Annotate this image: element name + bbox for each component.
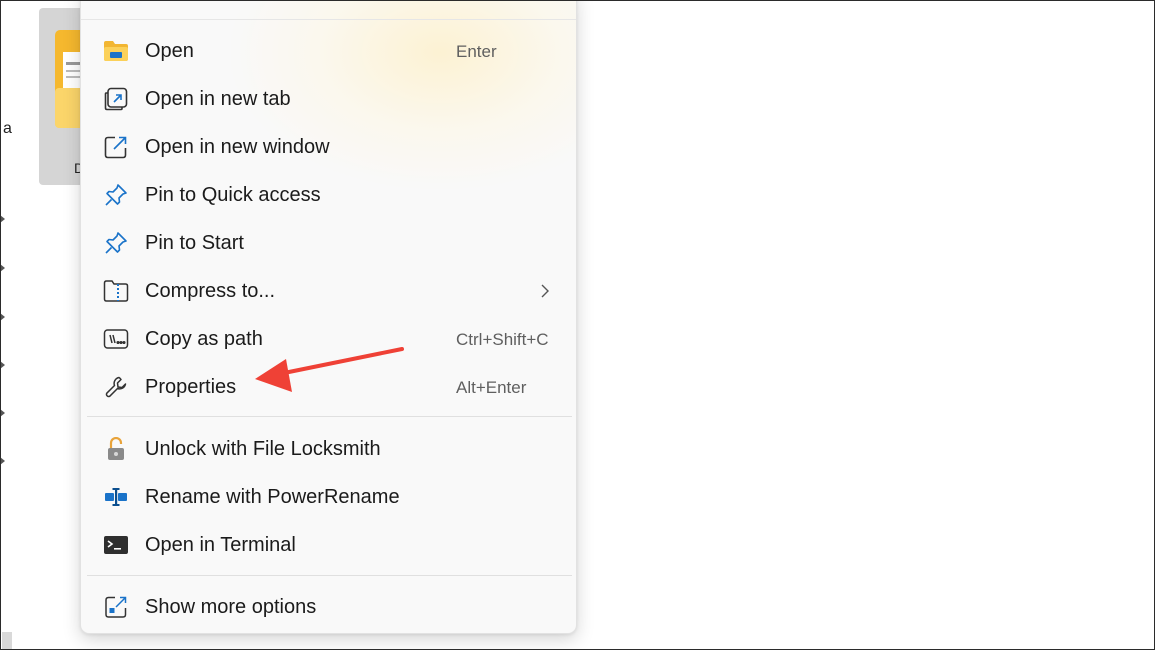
menu-item-label: Rename with PowerRename <box>145 486 400 508</box>
menu-item-label: Open in new window <box>145 136 330 158</box>
menu-item-label: Copy as path <box>145 328 263 350</box>
pin-icon <box>103 183 129 207</box>
sidebar-expand-chevron-icon[interactable] <box>0 408 6 418</box>
menu-item-pin-to-quick-access[interactable]: Pin to Quick access <box>87 173 572 217</box>
zip-folder-icon <box>103 279 129 303</box>
menu-item-open-in-terminal[interactable]: Open in Terminal <box>87 523 572 567</box>
sidebar-expand-chevron-icon[interactable] <box>0 456 6 466</box>
sidebar-expand-chevron-icon[interactable] <box>0 312 6 322</box>
menu-item-label: Pin to Start <box>145 232 244 254</box>
menu-item-show-more-options[interactable]: Show more options <box>87 585 572 629</box>
menu-item-compress-to[interactable]: Compress to... <box>87 269 572 313</box>
sidebar-expand-chevron-icon[interactable] <box>0 360 6 370</box>
sidebar-expand-chevron-icon[interactable] <box>0 263 6 273</box>
menu-divider <box>87 575 572 576</box>
menu-item-pin-to-start[interactable]: Pin to Start <box>87 221 572 265</box>
menu-item-label: Compress to... <box>145 280 276 302</box>
terminal-icon <box>103 533 129 557</box>
annotation-arrow-icon <box>255 347 404 392</box>
context-menu: py Open Enter Open in new tab <box>80 0 577 634</box>
menu-item-shortcut: Ctrl+Shift+C <box>456 330 549 349</box>
menu-item-rename-with-powerrename[interactable]: Rename with PowerRename <box>87 475 572 519</box>
wrench-icon <box>103 375 129 399</box>
menu-item-label: Open in new tab <box>145 88 291 110</box>
menu-item-open-in-new-window[interactable]: Open in new window <box>87 125 572 169</box>
submenu-chevron-icon <box>541 284 549 298</box>
menu-item-label: Properties <box>145 376 237 398</box>
menu-item-open[interactable]: Open Enter <box>87 29 572 73</box>
open-new-tab-icon <box>103 87 129 111</box>
menu-item-shortcut: Enter <box>456 42 497 61</box>
sidebar-scrollbar[interactable] <box>2 632 12 649</box>
menu-item-shortcut: Alt+Enter <box>456 378 527 397</box>
menu-item-label: Pin to Quick access <box>145 184 321 206</box>
pin-icon <box>103 231 129 255</box>
menu-item-label: Show more options <box>145 596 317 618</box>
folder-icon <box>103 39 129 63</box>
menu-item-unlock-with-file-locksmith[interactable]: Unlock with File Locksmith <box>87 427 572 471</box>
padlock-icon <box>103 437 129 461</box>
show-more-options-icon <box>103 595 129 619</box>
menu-divider <box>87 416 572 417</box>
menu-item-open-in-new-tab[interactable]: Open in new tab <box>87 77 572 121</box>
menu-divider <box>81 19 576 20</box>
open-new-window-icon <box>103 135 129 159</box>
copy-path-icon <box>103 327 129 351</box>
sidebar-partial-text: a <box>3 120 12 137</box>
rename-icon <box>103 485 129 509</box>
sidebar-expand-chevron-icon[interactable] <box>0 214 6 224</box>
menu-item-label: Unlock with File Locksmith <box>145 438 381 460</box>
menu-item-label: Open in Terminal <box>145 534 296 556</box>
menu-item-label: Open <box>145 40 194 62</box>
